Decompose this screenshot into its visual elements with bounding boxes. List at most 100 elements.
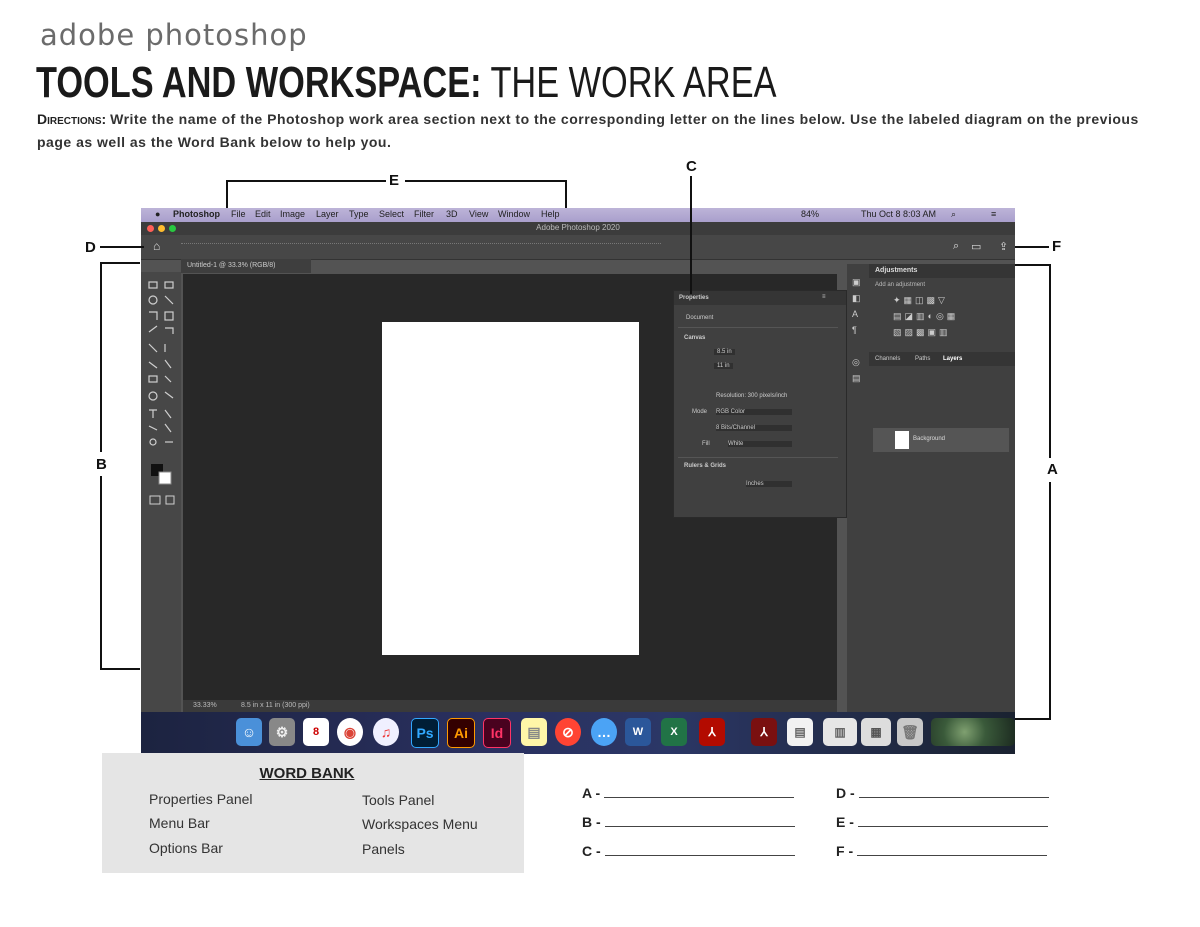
menu-file[interactable]: File [231, 209, 246, 219]
calendar-icon[interactable]: 8 [303, 718, 329, 746]
search-icon[interactable]: ⌕ [953, 240, 959, 253]
apple-icon: ● [155, 209, 161, 219]
settings-icon[interactable]: ⚙ [269, 718, 295, 746]
word-bank-item: Options Bar [149, 840, 223, 856]
menu-edit[interactable]: Edit [255, 209, 271, 219]
status-bar: 33.33% 8.5 in x 11 in (300 ppi) [183, 700, 837, 712]
chrome-icon[interactable]: ◉ [337, 718, 363, 746]
menu-window[interactable]: Window [498, 209, 530, 219]
search-icon[interactable]: ⌕ [951, 209, 956, 220]
answer-line-e[interactable]: E - [836, 814, 1048, 830]
battery-readout: 84% [801, 209, 820, 219]
illustrator-dock-icon[interactable]: Ai [447, 718, 475, 748]
mode-label: Mode [692, 409, 708, 415]
share-icon[interactable]: ⇪ [999, 240, 1008, 253]
menu-view[interactable]: View [469, 209, 488, 219]
menu-filter[interactable]: Filter [414, 209, 434, 219]
bits-select[interactable]: 8 Bits/Channel [716, 425, 792, 431]
width-field[interactable]: 8.5 in [714, 349, 735, 355]
menu-type[interactable]: Type [349, 209, 369, 219]
answer-line-a[interactable]: A - [582, 785, 795, 801]
units-select[interactable]: Inches [746, 481, 792, 487]
clock: Thu Oct 8 8:03 AM [861, 209, 937, 219]
height-field[interactable]: 11 in [714, 363, 733, 369]
page-title: TOOLS AND WORKSPACE: THE WORK AREA [36, 58, 776, 108]
music-icon[interactable]: ♫ [373, 718, 399, 746]
bracket-b-bottom [100, 668, 140, 670]
finder-icon[interactable]: ☺ [236, 718, 262, 746]
answer-line-f[interactable]: F - [836, 843, 1048, 859]
bracket-a-upper [1049, 264, 1051, 458]
document-page[interactable] [382, 322, 639, 655]
canvas-section[interactable]: Canvas [684, 335, 705, 341]
indesign-dock-icon[interactable]: Id [483, 718, 511, 748]
document-tab[interactable]: Untitled-1 @ 33.3% (RGB/8) [181, 259, 311, 273]
tab-layers[interactable]: Layers [943, 356, 962, 362]
tools-panel [141, 272, 181, 712]
options-controls[interactable] [181, 243, 661, 252]
menu-select[interactable]: Select [379, 209, 404, 219]
file-stack-icon[interactable]: ▦ [861, 718, 891, 746]
excel-icon[interactable]: X [661, 718, 687, 746]
document-icon[interactable]: ▤ [787, 718, 813, 746]
answer-line-b[interactable]: B - [582, 814, 795, 830]
bracket-e-right [565, 180, 567, 208]
label-f: F [1052, 238, 1062, 255]
bracket-a-lower [1049, 482, 1051, 720]
tab-paths[interactable]: Paths [915, 356, 930, 362]
fill-select[interactable]: White [728, 441, 792, 447]
doc-size: 8.5 in x 11 in (300 ppi) [241, 702, 310, 709]
layer-thumbnail [895, 431, 909, 449]
screen-mode-icon [165, 495, 175, 505]
acrobat-folder-icon[interactable]: ⅄ [751, 718, 777, 746]
word-icon[interactable]: W [625, 718, 651, 746]
directions: Directions: Write the name of the Photos… [37, 108, 1157, 154]
acrobat-icon[interactable]: ⅄ [699, 718, 725, 746]
word-bank-item: Workspaces Menu [362, 816, 478, 832]
menu-help[interactable]: Help [541, 209, 560, 219]
app-title: Adobe Photoshop 2020 [536, 223, 620, 232]
label-a: A [1047, 461, 1058, 478]
fill-label: Fill [702, 441, 710, 447]
adjustment-icons[interactable]: ✦▦◫▩▽ ▤◪▥◐◎▦ ▧▨▩▣▥ [893, 292, 958, 340]
subtitle: adobe photoshop [40, 18, 308, 52]
directions-label: Directions: [37, 111, 107, 127]
bracket-e-left [226, 180, 228, 208]
answer-letter: E - [836, 814, 854, 830]
menu-3d[interactable]: 3D [446, 209, 458, 219]
properties-title: Properties [679, 295, 709, 301]
bracket-b-top [100, 262, 140, 264]
home-icon[interactable]: ⌂ [153, 239, 160, 253]
title-bar: Adobe Photoshop 2020 [141, 222, 1015, 235]
layer-row[interactable]: Background [873, 428, 1009, 452]
bracket-e-top-right [405, 180, 567, 182]
bracket-a-bottom [1015, 718, 1051, 720]
mode-select[interactable]: RGB Color [716, 409, 792, 415]
panels: Adjustments Add an adjustment ✦▦◫▩▽ ▤◪▥◐◎… [869, 264, 1015, 712]
notes-icon[interactable]: ▤ [521, 718, 547, 746]
bracket-b-upper [100, 262, 102, 452]
photoshop-screenshot: ● Photoshop File Edit Image Layer Type S… [141, 208, 1015, 754]
control-center-icon[interactable]: ≡ [991, 209, 996, 219]
answer-line-c[interactable]: C - [582, 843, 795, 859]
label-c: C [686, 158, 697, 175]
downloads-icon[interactable]: ▥ [823, 718, 857, 746]
menu-image[interactable]: Image [280, 209, 305, 219]
tool-icons[interactable] [141, 272, 181, 512]
photoshop-dock-icon[interactable]: Ps [411, 718, 439, 748]
menu-photoshop[interactable]: Photoshop [173, 209, 220, 219]
tab-channels[interactable]: Channels [875, 356, 900, 362]
panel-icon-strip: ▣ ◧ A ¶ ◎ ▤ [847, 264, 869, 712]
panel-menu-icon[interactable]: ≡ [822, 294, 826, 300]
answer-letter: C - [582, 843, 601, 859]
answer-line-d[interactable]: D - [836, 785, 1049, 801]
rulers-section[interactable]: Rulers & Grids [684, 463, 726, 469]
workspaces-menu-icon[interactable]: ▭ [971, 240, 981, 253]
news-icon[interactable]: ⊘ [555, 718, 581, 746]
collapsed-panel-icons[interactable]: ▣ ◧ A ¶ ◎ ▤ [852, 274, 861, 386]
label-e: E [389, 172, 400, 189]
trash-icon[interactable]: 🗑 [897, 718, 923, 746]
menu-bar: ● Photoshop File Edit Image Layer Type S… [141, 208, 1015, 222]
messages-icon[interactable]: … [591, 718, 617, 746]
menu-layer[interactable]: Layer [316, 209, 339, 219]
